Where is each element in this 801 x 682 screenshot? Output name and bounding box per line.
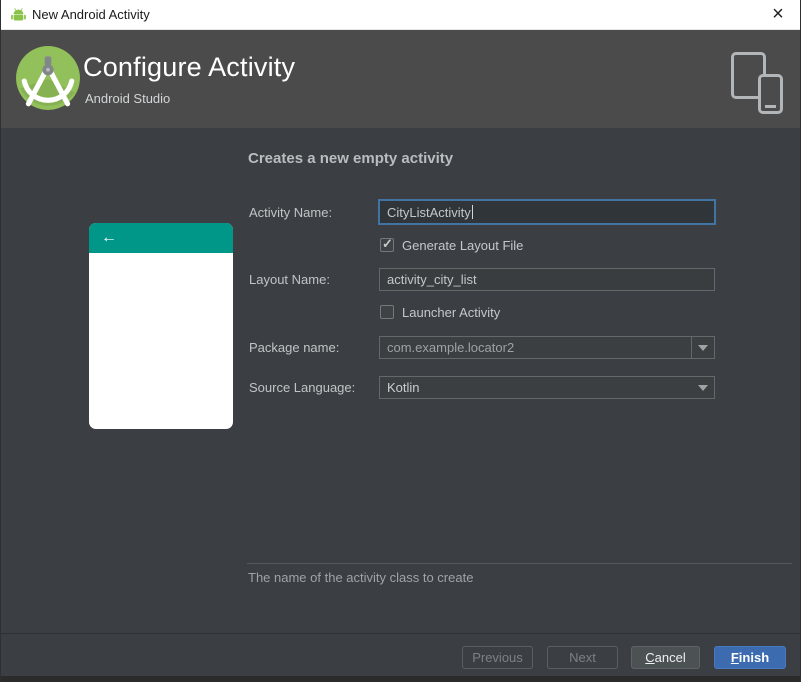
launcher-activity-label: Launcher Activity bbox=[402, 305, 501, 320]
wizard-header: Configure Activity Android Studio bbox=[1, 30, 800, 128]
chevron-down-icon bbox=[698, 345, 708, 351]
source-language-label: Source Language: bbox=[249, 380, 356, 395]
android-robot-icon bbox=[11, 8, 26, 21]
activity-name-value: CityListActivity bbox=[387, 204, 471, 220]
window-title: New Android Activity bbox=[32, 7, 150, 22]
layout-name-label: Layout Name: bbox=[249, 272, 330, 287]
text-caret bbox=[471, 205, 473, 219]
source-language-dropdown[interactable]: Kotlin bbox=[379, 376, 715, 399]
phone-outline-icon bbox=[758, 74, 783, 114]
generate-layout-label: Generate Layout File bbox=[402, 238, 524, 253]
close-icon[interactable]: × bbox=[764, 1, 792, 29]
layout-name-input[interactable]: activity_city_list bbox=[379, 268, 715, 291]
header-title: Configure Activity bbox=[83, 52, 296, 82]
package-name-label: Package name: bbox=[249, 340, 340, 355]
page-title: Creates a new empty activity bbox=[248, 150, 454, 167]
activity-name-input[interactable]: CityListActivity bbox=[378, 199, 716, 225]
generate-layout-checkbox[interactable]: ✓ bbox=[380, 236, 394, 252]
chevron-down-icon bbox=[698, 385, 708, 391]
phone-speaker-bar bbox=[765, 105, 776, 108]
phone-tablet-icon bbox=[731, 52, 783, 114]
package-name-combobox[interactable]: com.example.locator2 bbox=[379, 336, 715, 359]
hint-separator bbox=[247, 563, 792, 564]
launcher-activity-checkbox[interactable]: ✓ bbox=[380, 305, 394, 319]
activity-name-label: Activity Name: bbox=[249, 205, 333, 220]
titlebar: New Android Activity × bbox=[1, 0, 800, 30]
layout-name-value: activity_city_list bbox=[387, 272, 477, 287]
checkmark-icon: ✓ bbox=[382, 236, 393, 251]
package-name-value: com.example.locator2 bbox=[387, 340, 515, 355]
activity-preview-thumbnail: ← bbox=[89, 223, 233, 429]
preview-app-bar: ← bbox=[89, 223, 233, 253]
back-arrow-icon: ← bbox=[101, 229, 117, 246]
new-android-activity-dialog: New Android Activity × Configure Activit… bbox=[0, 0, 801, 682]
footer-divider bbox=[1, 633, 800, 634]
package-name-dropdown-button[interactable] bbox=[691, 337, 714, 358]
window-bottom-edge bbox=[1, 676, 800, 682]
header-subtitle: Android Studio bbox=[85, 91, 171, 106]
finish-button[interactable]: Finish bbox=[714, 646, 786, 669]
source-language-value: Kotlin bbox=[387, 380, 420, 395]
next-button[interactable]: Next bbox=[547, 646, 618, 669]
field-hint-text: The name of the activity class to create bbox=[248, 570, 474, 585]
cancel-button[interactable]: Cancel bbox=[631, 646, 700, 669]
android-studio-logo-icon bbox=[16, 46, 80, 110]
previous-button[interactable]: Previous bbox=[462, 646, 533, 669]
